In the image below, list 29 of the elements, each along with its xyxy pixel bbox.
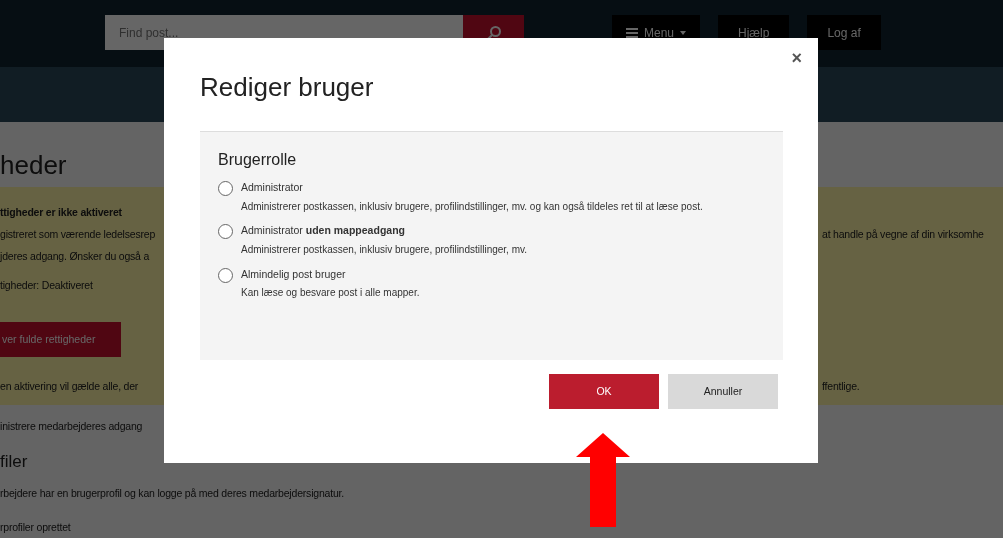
- section-text: rbejdere har en brugerprofil og kan logge på med deres medarbejdersignatur.: [0, 486, 344, 502]
- notice-title: ttigheder er ikke aktiveret: [0, 205, 123, 221]
- page-heading: heder: [0, 149, 67, 182]
- notice-text: at handle på vegne af din virksomhe: [822, 226, 984, 242]
- admin-text: inistrere medarbejderes adgang: [0, 418, 143, 434]
- role-label: Administrator: [241, 180, 304, 196]
- notice-text: gistreret som værende ledelsesrep: [0, 226, 156, 242]
- radio-button[interactable]: [218, 181, 233, 197]
- nav-button[interactable]: Log af: [807, 15, 881, 50]
- notice-text: jderes adgang. Ønsker du også a: [0, 248, 150, 264]
- notice-text: en aktivering vil gælde alle, der: [0, 379, 139, 395]
- caret-icon: [680, 30, 687, 35]
- cancel-button[interactable]: Annuller: [668, 374, 778, 410]
- close-button[interactable]: ×: [789, 48, 804, 70]
- status-text: tigheder: Deaktiveret: [0, 278, 93, 294]
- role-label: Almindelig post bruger: [241, 266, 347, 282]
- role-description: Kan læse og besvare post i alle mapper.: [241, 286, 420, 300]
- radio-button[interactable]: [218, 267, 233, 283]
- radio-button[interactable]: [218, 224, 233, 240]
- dialog-title: Rediger bruger: [200, 71, 375, 104]
- role-description: Administrerer postkassen, inklusiv brugere, profilindstillinger, mv.: [241, 243, 528, 257]
- notice-text: ffentlige.: [822, 379, 860, 395]
- fieldset-legend: Brugerrolle: [218, 148, 765, 173]
- ok-button[interactable]: OK: [549, 374, 659, 410]
- role-label: Administrator uden mappeadgang: [241, 223, 406, 239]
- activate-button[interactable]: ver fulde rettigheder: [0, 322, 121, 358]
- role-description: Administrerer postkassen, inklusiv brugere, profilindstillinger, mv. og kan også tildeles ret til at læse post.: [241, 199, 703, 214]
- section-status: rprofiler oprettet: [0, 519, 71, 535]
- section-heading: filer: [0, 450, 28, 473]
